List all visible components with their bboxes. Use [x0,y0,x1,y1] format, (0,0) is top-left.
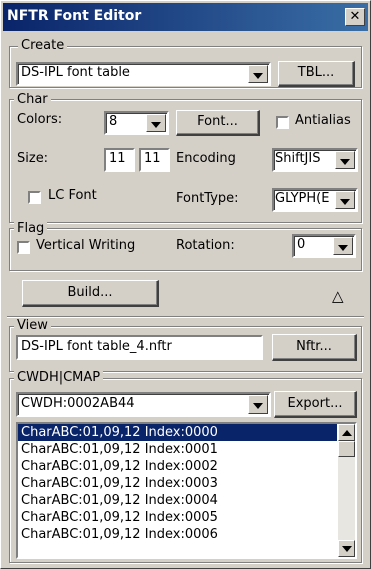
tbl-button[interactable]: TBL... [278,61,355,87]
chevron-down-icon[interactable] [248,65,268,83]
list-scrollbar[interactable] [338,424,355,557]
scroll-thumb[interactable] [338,441,355,457]
vertical-writing-label: Vertical Writing [36,238,136,253]
lc-font-checkbox[interactable] [28,191,41,204]
colors-select-value: 8 [109,114,118,129]
rotation-select[interactable]: 0 [292,234,356,258]
create-legend: Create [18,38,68,53]
list-item[interactable]: CharABC:01,09,12 Index:0001 [18,441,337,458]
lc-font-label: LC Font [48,188,97,203]
chevron-down-icon[interactable] [335,151,355,169]
list-item[interactable]: CharABC:01,09,12 Index:0002 [18,458,337,475]
size-width-input[interactable]: 11 [104,148,135,172]
list-item[interactable]: CharABC:01,09,12 Index:0006 [18,526,337,543]
size-label: Size: [17,151,49,166]
chevron-down-icon[interactable] [335,191,355,209]
char-legend: Char [14,92,51,107]
arrow-down-icon [342,546,352,552]
nftr-button[interactable]: Nftr... [272,334,357,361]
colors-select[interactable]: 8 [104,111,169,135]
encoding-select[interactable]: ShiftJIS [272,148,358,172]
fonttype-select[interactable]: GLYPH(E [272,188,358,212]
title-bar[interactable]: NFTR Font Editor ✕ [3,3,368,31]
rotation-label: Rotation: [176,238,235,253]
flag-legend: Flag [14,221,48,236]
encoding-select-value: ShiftJIS [275,151,321,166]
arrow-up-icon [342,430,352,436]
list-item[interactable]: CharABC:01,09,12 Index:0005 [18,509,337,526]
nftr-file-field[interactable]: DS-IPL font table_4.nftr [16,335,263,360]
collapse-triangle-icon[interactable]: △ [332,288,344,304]
close-button[interactable]: ✕ [345,8,365,26]
cwdh-select[interactable]: CWDH:0002AB44 [16,392,271,417]
view-legend: View [14,318,51,333]
list-item[interactable]: CharABC:01,09,12 Index:0000 [18,424,337,441]
fonttype-label: FontType: [176,191,239,206]
fonttype-select-value: GLYPH(E [275,191,330,206]
list-item[interactable]: CharABC:01,09,12 Index:0003 [18,475,337,492]
table-select-value: DS-IPL font table [21,65,130,80]
font-button[interactable]: Font... [176,110,260,136]
table-select[interactable]: DS-IPL font table [16,62,271,86]
build-button[interactable]: Build... [22,280,159,307]
chevron-down-icon[interactable] [333,237,353,255]
scroll-down-button[interactable] [338,540,355,557]
antialias-checkbox[interactable] [276,116,289,129]
scroll-up-button[interactable] [338,424,355,441]
rotation-select-value: 0 [297,237,306,252]
antialias-label: Antialias [295,113,351,128]
list-item[interactable]: CharABC:01,09,12 Index:0004 [18,492,337,509]
window-title: NFTR Font Editor [7,8,142,24]
separator [7,316,364,318]
chevron-down-icon[interactable] [146,114,166,132]
vertical-writing-checkbox[interactable] [17,241,30,254]
colors-label: Colors: [17,112,63,127]
cwdh-list[interactable]: CharABC:01,09,12 Index:0000 CharABC:01,09… [16,422,357,559]
export-button[interactable]: Export... [274,391,357,418]
size-height-input[interactable]: 11 [139,148,170,172]
encoding-label: Encoding [176,151,236,166]
chevron-down-icon[interactable] [248,395,268,414]
cwdh-legend: CWDH|CMAP [14,370,104,385]
cwdh-select-value: CWDH:0002AB44 [21,396,135,411]
